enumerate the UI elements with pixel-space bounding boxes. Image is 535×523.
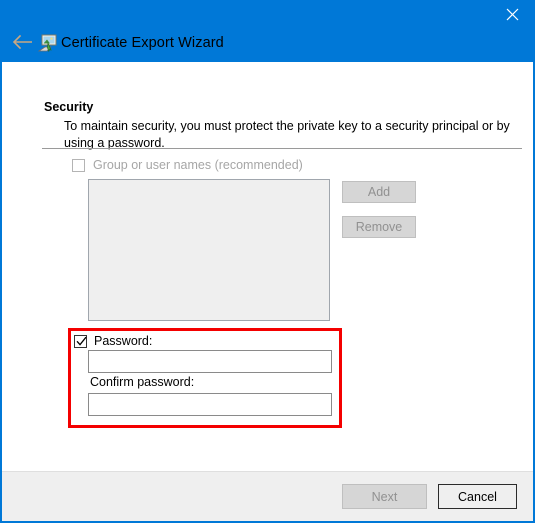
window-title: Certificate Export Wizard [61, 35, 224, 51]
back-button[interactable] [8, 30, 38, 58]
header-divider [42, 148, 522, 149]
group-names-checkbox[interactable] [72, 158, 85, 172]
next-button[interactable]: Next [342, 484, 427, 509]
wizard-footer: Next Cancel [2, 471, 533, 521]
add-button[interactable]: Add [342, 181, 416, 203]
footer-button-area: Next Cancel [2, 472, 517, 521]
close-button[interactable] [490, 0, 533, 29]
page-title: Security [44, 100, 94, 114]
page-description: To maintain security, you must protect t… [64, 119, 510, 150]
password-label: Password: [94, 334, 153, 348]
confirm-password-input[interactable] [88, 393, 332, 416]
certificate-export-wizard-window: Certificate Export Wizard Security To ma… [0, 0, 535, 523]
password-checkbox[interactable] [74, 334, 87, 348]
title-bar: Certificate Export Wizard [2, 0, 533, 62]
cancel-button[interactable]: Cancel [438, 484, 517, 509]
remove-button[interactable]: Remove [342, 216, 416, 238]
group-names-checkbox-row[interactable]: Group or user names (recommended) [72, 158, 303, 172]
password-checkbox-row[interactable]: Password: [74, 334, 152, 348]
back-arrow-icon [12, 34, 34, 55]
confirm-password-label: Confirm password: [90, 375, 195, 389]
certificate-wizard-icon [37, 34, 59, 54]
close-icon [506, 8, 519, 21]
wizard-page-content: Security To maintain security, you must … [2, 62, 533, 472]
password-input[interactable] [88, 350, 332, 373]
group-names-label: Group or user names (recommended) [93, 158, 303, 172]
group-names-listbox[interactable] [88, 179, 330, 321]
